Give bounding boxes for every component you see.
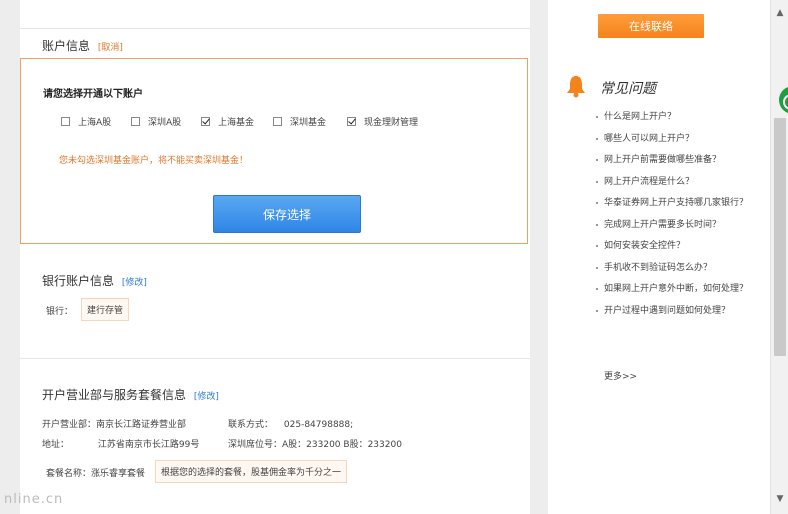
option-sh-a[interactable]: 上海A股 — [61, 115, 111, 128]
faq-item[interactable]: 网上开户前需要做哪些准备？ — [596, 153, 766, 167]
account-section-title: 账户信息 [取消] — [42, 39, 123, 53]
faq-item[interactable]: 如何安装安全控件？ — [596, 239, 766, 253]
faq-item[interactable]: 哪些人可以网上开户？ — [596, 132, 766, 146]
faq-item[interactable]: 网上开户流程是什么？ — [596, 175, 766, 189]
choose-account-title: 请您选择开通以下账户 — [43, 89, 143, 100]
package-row: 套餐名称：涨乐睿享套餐 — [46, 469, 146, 479]
warning-text: 您未勾选深圳基金账户，将不能买卖深圳基金！ — [59, 156, 249, 166]
watermark: nline.cn — [4, 492, 64, 507]
faq-item[interactable]: 开户过程中遇到问题如何处理？ — [596, 304, 766, 318]
account-selection-box: 请您选择开通以下账户 上海A股 深圳A股 上海基金 深圳基金 现金理财管理 您未… — [20, 58, 528, 244]
option-sh-fund[interactable]: 上海基金 — [201, 115, 254, 128]
top-cutoff-row — [20, 0, 530, 29]
checkbox[interactable] — [273, 117, 282, 126]
branch-section-title: 开户营业部与服务套餐信息 [修改] — [42, 388, 219, 402]
scrollbar-thumb[interactable] — [774, 118, 786, 356]
bank-value: 建行存管 — [81, 298, 130, 321]
scrollbar[interactable]: ▲ ▼ — [770, 0, 788, 514]
option-cash-management[interactable]: 现金理财管理 — [347, 115, 418, 128]
cancel-link[interactable]: [取消] — [98, 43, 123, 53]
faq-item[interactable]: 如果网上开户意外中断，如何处理？ — [596, 282, 766, 296]
bell-icon — [567, 76, 585, 98]
seat-row: 深圳席位号：A股：233200 B股：233200 — [228, 440, 402, 450]
checkbox[interactable] — [61, 117, 70, 126]
package-note: 根据您的选择的套餐，股基佣金率为千分之一 — [155, 460, 348, 483]
checkbox[interactable] — [131, 117, 140, 126]
scroll-up-icon[interactable]: ▲ — [771, 8, 788, 18]
online-contact-button[interactable]: 在线联络 — [598, 14, 704, 38]
bank-label: 银行： — [46, 307, 74, 317]
more-link[interactable]: 更多>> — [604, 369, 637, 382]
faq-item[interactable]: 完成网上开户需要多长时间？ — [596, 218, 766, 232]
address-row: 地址： 江苏省南京市长江路99号 — [42, 440, 200, 450]
branch-edit-link[interactable]: [修改] — [194, 392, 219, 402]
branch-row: 开户营业部：南京长江路证券营业部 — [42, 420, 187, 430]
right-sidebar: 在线联络 常见问题 什么是网上开户？ 哪些人可以网上开户？ 网上开户前需要做哪些… — [548, 0, 770, 514]
checkbox-checked[interactable] — [201, 117, 210, 126]
scroll-down-icon[interactable]: ▼ — [771, 494, 788, 504]
bank-section-title: 银行账户信息 [修改] — [42, 274, 147, 288]
save-selection-button[interactable]: 保存选择 — [213, 195, 361, 233]
contact-row: 联系方式： 025-84798888; — [228, 420, 354, 430]
faq-item[interactable]: 华泰证券网上开户支持哪几家银行？ — [596, 196, 766, 210]
bank-edit-link[interactable]: [修改] — [122, 278, 147, 288]
section-divider — [20, 358, 530, 359]
option-sz-fund[interactable]: 深圳基金 — [273, 115, 326, 128]
checkbox-checked[interactable] — [347, 117, 356, 126]
faq-list: 什么是网上开户？ 哪些人可以网上开户？ 网上开户前需要做哪些准备？ 网上开户流程… — [596, 110, 766, 325]
faq-item[interactable]: 什么是网上开户？ — [596, 110, 766, 124]
faq-title: 常见问题 — [600, 81, 656, 97]
faq-item[interactable]: 手机收不到验证码怎么办？ — [596, 261, 766, 275]
option-sz-a[interactable]: 深圳A股 — [131, 115, 181, 128]
